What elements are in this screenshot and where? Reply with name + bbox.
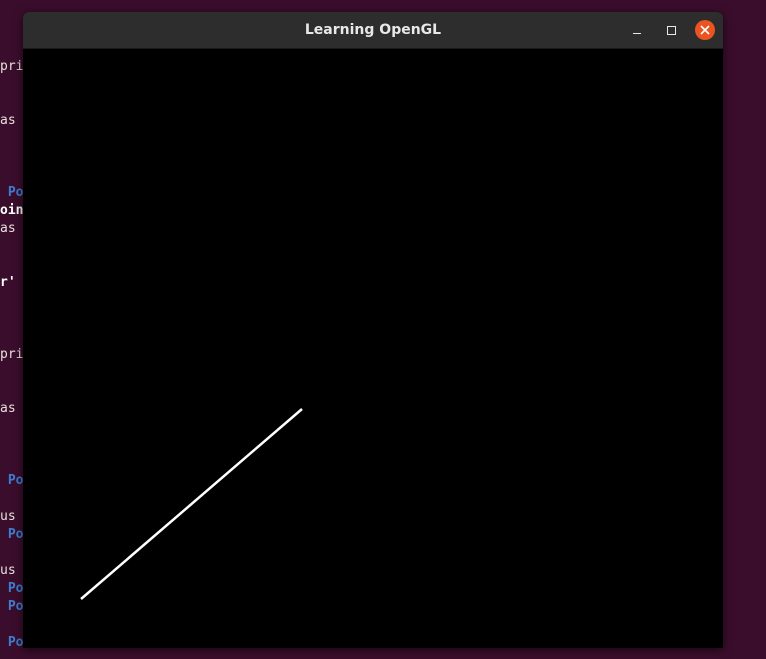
terminal-text-fragment: Po [0,599,24,614]
terminal-text-fragment: Po [0,635,24,650]
terminal-text-fragment: as [0,221,16,236]
rendered-line [80,408,303,600]
opengl-window[interactable]: Learning OpenGL [23,12,723,648]
terminal-text-fragment: r' [0,275,16,290]
terminal-text-fragment: Po [0,185,24,200]
terminal-text-fragment: pri [0,347,24,362]
terminal-text-fragment: Po [0,581,24,596]
close-icon [700,25,710,35]
close-button[interactable] [695,20,715,40]
terminal-text-fragment: as [0,113,16,128]
terminal-text-fragment: us [0,509,16,524]
maximize-icon [666,25,676,35]
window-titlebar[interactable]: Learning OpenGL [23,12,723,49]
terminal-text-fragment: as [0,401,16,416]
terminal-text-fragment: us [0,563,16,578]
minimize-icon [633,32,641,34]
terminal-text-fragment: oin [0,203,24,218]
window-title: Learning OpenGL [304,22,442,38]
gl-render-canvas[interactable] [23,49,723,648]
maximize-button[interactable] [661,20,681,40]
render-surface [80,408,303,600]
terminal-text-fragment: Po [0,527,24,542]
minimize-button[interactable] [627,20,647,40]
terminal-text-fragment: Po [0,473,24,488]
terminal-text-fragment: pri [0,59,24,74]
